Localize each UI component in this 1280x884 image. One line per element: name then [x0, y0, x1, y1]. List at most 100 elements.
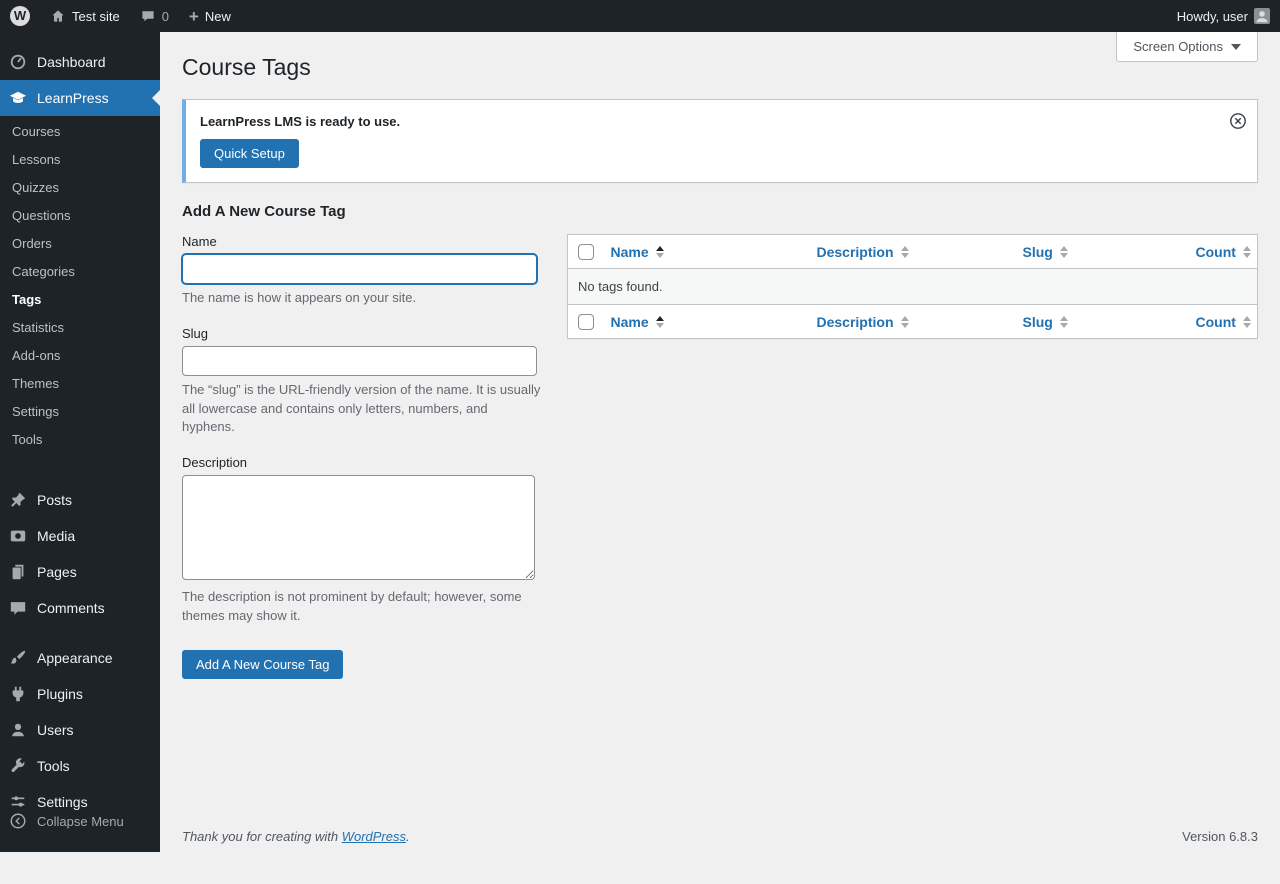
wordpress-link[interactable]: WordPress — [342, 829, 406, 844]
sort-by-description-link-bottom[interactable]: Description — [817, 314, 909, 330]
select-all-checkbox[interactable] — [578, 244, 594, 260]
sidebar-item-label: Posts — [37, 492, 72, 508]
media-icon — [8, 526, 28, 546]
sort-by-slug-link-bottom[interactable]: Slug — [1023, 314, 1068, 330]
column-header-name: Name — [611, 244, 649, 260]
my-account-menu[interactable]: Howdy, user — [1167, 0, 1280, 32]
sort-by-count-link[interactable]: Count — [1196, 244, 1251, 260]
menu-separator — [0, 468, 160, 482]
wordpress-logo-menu[interactable]: W — [0, 0, 40, 32]
add-tag-heading: Add A New Course Tag — [182, 203, 1258, 220]
slug-sort-indicator-icon — [1060, 316, 1068, 328]
sort-by-count-link-bottom[interactable]: Count — [1196, 314, 1251, 330]
quick-setup-button[interactable]: Quick Setup — [200, 139, 299, 168]
sidebar-item-label: Pages — [37, 564, 77, 580]
sidebar-item-label: Plugins — [37, 686, 83, 702]
column-header-slug: Slug — [1023, 244, 1053, 260]
submenu-item-lessons[interactable]: Lessons — [0, 146, 160, 174]
site-name-label: Test site — [72, 9, 120, 24]
comments-menu[interactable]: 0 — [130, 0, 179, 32]
page-title: Course Tags — [182, 32, 1258, 93]
sidebar-item-media[interactable]: Media — [0, 518, 160, 554]
screen-options-button[interactable]: Screen Options — [1116, 32, 1258, 62]
user-avatar — [1254, 8, 1270, 24]
submenu-item-settings[interactable]: Settings — [0, 398, 160, 426]
users-icon — [8, 720, 28, 740]
sort-by-slug-link[interactable]: Slug — [1023, 244, 1068, 260]
admin-sidebar: Dashboard LearnPress Courses Lessons Qui… — [0, 32, 160, 852]
submenu-item-questions[interactable]: Questions — [0, 202, 160, 230]
count-sort-indicator-icon — [1243, 316, 1251, 328]
version-label: Version 6.8.3 — [1182, 829, 1258, 844]
submenu-item-quizzes[interactable]: Quizzes — [0, 174, 160, 202]
select-all-checkbox-bottom[interactable] — [578, 314, 594, 330]
sidebar-item-label: LearnPress — [37, 90, 109, 106]
footer-thanks-prefix: Thank you for creating with — [182, 829, 342, 844]
tag-name-input[interactable] — [182, 254, 537, 284]
dashboard-icon — [8, 52, 28, 72]
screen-options-label: Screen Options — [1133, 39, 1223, 54]
sort-by-description-link[interactable]: Description — [817, 244, 909, 260]
learnpress-notice: LearnPress LMS is ready to use. Quick Se… — [182, 99, 1258, 183]
name-label: Name — [182, 234, 542, 249]
description-label: Description — [182, 455, 542, 470]
description-sort-indicator-icon — [901, 246, 909, 258]
new-content-menu[interactable]: + New — [179, 0, 241, 32]
collapse-menu-label: Collapse Menu — [37, 814, 124, 829]
description-help-text: The description is not prominent by defa… — [182, 588, 542, 626]
table-header-row: Name Description Slug — [568, 234, 1258, 268]
learnpress-graduation-cap-icon — [8, 88, 28, 108]
sidebar-item-dashboard[interactable]: Dashboard — [0, 44, 160, 80]
tools-wrench-icon — [8, 756, 28, 776]
slug-help-text: The “slug” is the URL-friendly version o… — [182, 381, 542, 438]
sidebar-item-label: Dashboard — [37, 54, 106, 70]
sidebar-item-pages[interactable]: Pages — [0, 554, 160, 590]
submenu-item-addons[interactable]: Add-ons — [0, 342, 160, 370]
sidebar-item-appearance[interactable]: Appearance — [0, 640, 160, 676]
count-sort-indicator-icon — [1243, 246, 1251, 258]
site-name-link[interactable]: Test site — [40, 0, 130, 32]
sidebar-item-learnpress[interactable]: LearnPress — [0, 80, 160, 116]
submenu-item-themes[interactable]: Themes — [0, 370, 160, 398]
home-icon — [50, 8, 66, 24]
description-sort-indicator-icon — [901, 316, 909, 328]
table-footer-row: Name Description Slug — [568, 305, 1258, 339]
collapse-arrow-icon — [8, 812, 28, 830]
sidebar-item-plugins[interactable]: Plugins — [0, 676, 160, 712]
tag-slug-input[interactable] — [182, 346, 537, 376]
footer-thanks-suffix: . — [406, 829, 410, 844]
submenu-item-statistics[interactable]: Statistics — [0, 314, 160, 342]
tags-table: Name Description Slug — [567, 234, 1258, 340]
sort-by-name-link[interactable]: Name — [611, 244, 664, 260]
sort-by-name-link-bottom[interactable]: Name — [611, 314, 664, 330]
tags-table-wrap: Name Description Slug — [567, 234, 1258, 340]
submenu-item-orders[interactable]: Orders — [0, 230, 160, 258]
submenu-item-tags[interactable]: Tags — [0, 286, 160, 314]
add-tag-submit-button[interactable]: Add A New Course Tag — [182, 650, 343, 679]
collapse-menu-button[interactable]: Collapse Menu — [0, 804, 160, 838]
new-label: New — [205, 9, 231, 24]
chevron-down-icon — [1231, 44, 1241, 50]
comments-count: 0 — [162, 9, 169, 24]
dismiss-notice-button[interactable] — [1227, 110, 1249, 132]
sidebar-item-label: Comments — [37, 600, 105, 616]
tag-description-textarea[interactable] — [182, 475, 535, 580]
admin-bar: W Test site 0 + New Howdy, user — [0, 0, 1280, 32]
howdy-label: Howdy, user — [1177, 9, 1248, 24]
comments-bubble-icon — [140, 8, 156, 24]
sidebar-item-tools[interactable]: Tools — [0, 748, 160, 784]
submenu-item-courses[interactable]: Courses — [0, 118, 160, 146]
submenu-item-tools[interactable]: Tools — [0, 426, 160, 454]
plugins-plug-icon — [8, 684, 28, 704]
sidebar-item-comments[interactable]: Comments — [0, 590, 160, 626]
submenu-item-categories[interactable]: Categories — [0, 258, 160, 286]
no-tags-message: No tags found. — [568, 269, 1258, 305]
sidebar-item-users[interactable]: Users — [0, 712, 160, 748]
main-content: Screen Options Course Tags LearnPress LM… — [160, 32, 1280, 852]
column-header-count: Count — [1196, 244, 1236, 260]
sidebar-item-label: Media — [37, 528, 75, 544]
sidebar-item-posts[interactable]: Posts — [0, 482, 160, 518]
name-sort-indicator-icon — [656, 246, 664, 258]
empty-tags-row: No tags found. — [568, 269, 1258, 305]
slug-sort-indicator-icon — [1060, 246, 1068, 258]
